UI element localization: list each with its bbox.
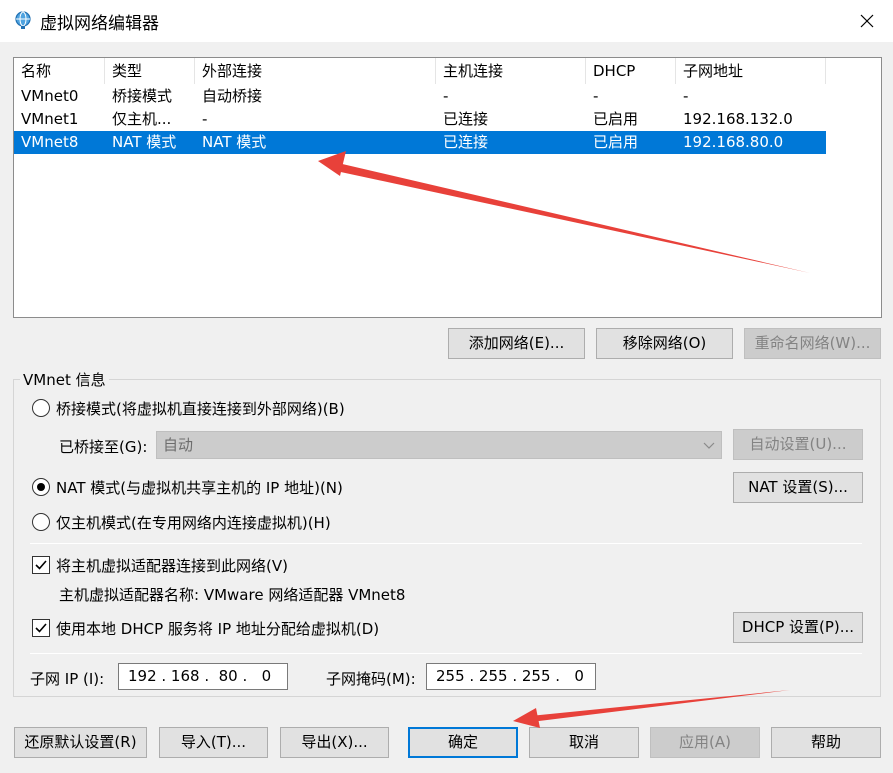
subnet-mask-input[interactable]: 255 . 255 . 255 . 0	[426, 663, 596, 690]
globe-network-icon	[15, 11, 31, 29]
window-title: 虚拟网络编辑器	[40, 14, 159, 34]
use-dhcp-label[interactable]: 使用本地 DHCP 服务将 IP 地址分配给虚拟机(D)	[56, 618, 379, 639]
apply-button[interactable]: 应用(A)	[650, 727, 760, 758]
cell-name: VMnet8	[21, 133, 79, 151]
column-header-type[interactable]: 类型	[105, 58, 195, 84]
add-network-button[interactable]: 添加网络(E)...	[448, 328, 585, 359]
bridge-mode-label[interactable]: 桥接模式(将虚拟机直接连接到外部网络)(B)	[56, 398, 345, 419]
checkmark-icon	[35, 623, 47, 633]
cell-name: VMnet1	[21, 110, 79, 128]
table-row-selected[interactable]: VMnet8 NAT 模式 NAT 模式 已连接 已启用 192.168.80.…	[14, 131, 826, 154]
cell-external: -	[202, 110, 208, 128]
separator	[30, 543, 862, 544]
separator	[30, 653, 862, 654]
subnet-mask-label: 子网掩码(M):	[326, 670, 416, 688]
bridge-mode-radio[interactable]	[32, 399, 50, 417]
export-button[interactable]: 导出(X)...	[280, 727, 389, 758]
nat-mode-radio[interactable]	[32, 478, 50, 496]
hostonly-mode-radio[interactable]	[32, 513, 50, 531]
column-header-name[interactable]: 名称	[14, 58, 105, 84]
network-list[interactable]: 名称 类型 外部连接 主机连接 DHCP 子网地址 VMnet0 桥接模式 自动…	[13, 57, 882, 318]
hostonly-mode-label[interactable]: 仅主机模式(在专用网络内连接虚拟机)(H)	[56, 512, 331, 533]
column-header-dhcp[interactable]: DHCP	[586, 58, 676, 84]
cell-type: NAT 模式	[112, 133, 177, 151]
import-button[interactable]: 导入(T)...	[159, 727, 268, 758]
auto-settings-button[interactable]: 自动设置(U)...	[733, 429, 863, 460]
cell-dhcp: -	[593, 87, 599, 105]
cell-subnet: -	[683, 87, 689, 105]
list-header: 名称 类型 外部连接 主机连接 DHCP 子网地址	[14, 58, 881, 84]
cell-subnet: 192.168.132.0	[683, 110, 793, 128]
column-header-external[interactable]: 外部连接	[195, 58, 436, 84]
close-icon[interactable]	[852, 6, 882, 36]
bridged-to-select[interactable]: 自动	[156, 431, 722, 459]
bridged-to-label: 已桥接至(G):	[59, 438, 148, 456]
chevron-down-icon	[703, 442, 715, 449]
nat-mode-label[interactable]: NAT 模式(与虚拟机共享主机的 IP 地址)(N)	[56, 477, 343, 498]
table-row[interactable]: VMnet0 桥接模式 自动桥接 - - -	[14, 85, 826, 108]
checkmark-icon	[35, 560, 47, 570]
cell-type: 桥接模式	[112, 87, 173, 105]
cancel-button[interactable]: 取消	[529, 727, 639, 758]
adapter-name-text: 主机虚拟适配器名称: VMware 网络适配器 VMnet8	[59, 586, 406, 604]
column-header-host[interactable]: 主机连接	[436, 58, 586, 84]
cell-external: 自动桥接	[202, 87, 263, 105]
connect-adapter-checkbox[interactable]	[32, 556, 50, 574]
title-bar: 虚拟网络编辑器	[0, 0, 893, 42]
table-row[interactable]: VMnet1 仅主机... - 已连接 已启用 192.168.132.0	[14, 108, 826, 131]
connect-adapter-label[interactable]: 将主机虚拟适配器连接到此网络(V)	[56, 555, 288, 576]
cell-subnet: 192.168.80.0	[683, 133, 784, 151]
nat-settings-button[interactable]: NAT 设置(S)...	[733, 472, 863, 503]
ok-button[interactable]: 确定	[408, 727, 518, 758]
cell-type: 仅主机...	[112, 110, 172, 128]
subnet-ip-label: 子网 IP (I):	[30, 670, 105, 688]
cell-host: 已连接	[443, 133, 489, 151]
remove-network-button[interactable]: 移除网络(O)	[596, 328, 733, 359]
dhcp-settings-button[interactable]: DHCP 设置(P)...	[733, 612, 863, 643]
column-header-subnet[interactable]: 子网地址	[676, 58, 826, 84]
help-button[interactable]: 帮助	[771, 727, 881, 758]
cell-external: NAT 模式	[202, 133, 267, 151]
rename-network-button[interactable]: 重命名网络(W)...	[744, 328, 881, 359]
vmnet-info-group	[13, 379, 881, 697]
subnet-ip-input[interactable]: 192 . 168 . 80 . 0	[118, 663, 288, 690]
cell-dhcp: 已启用	[593, 110, 639, 128]
restore-defaults-button[interactable]: 还原默认设置(R)	[14, 727, 147, 758]
cell-name: VMnet0	[21, 87, 79, 105]
cell-dhcp: 已启用	[593, 133, 639, 151]
group-label: VMnet 信息	[20, 369, 109, 390]
bridged-to-value: 自动	[163, 436, 194, 454]
cell-host: 已连接	[443, 110, 489, 128]
use-dhcp-checkbox[interactable]	[32, 619, 50, 637]
cell-host: -	[443, 87, 449, 105]
